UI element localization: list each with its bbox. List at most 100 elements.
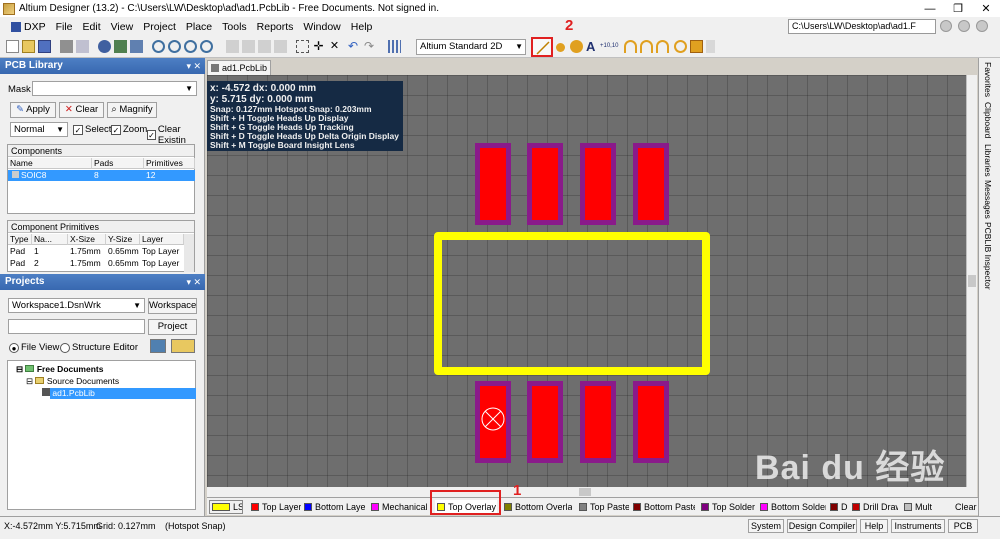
workspace-select[interactable]: Workspace1.DsnWrk ▼ <box>8 298 145 313</box>
tab-libraries[interactable]: Libraries <box>983 144 993 177</box>
menu-reports[interactable]: Reports <box>252 21 299 33</box>
select-area-icon[interactable] <box>296 40 309 53</box>
menu-window[interactable]: Window <box>298 21 345 33</box>
projects-panel-controls[interactable]: ▾ ✕ <box>186 274 201 290</box>
tab-bottom-overlay[interactable]: Bottom Overlay <box>502 500 572 514</box>
place-coordinate-icon[interactable]: +10,10 <box>600 40 619 53</box>
save-icon[interactable] <box>38 40 51 53</box>
project-button[interactable]: Project <box>148 319 197 335</box>
tab-top-paste[interactable]: Top Paste <box>577 500 629 514</box>
tab-top-solder[interactable]: Top Solder <box>699 500 755 514</box>
grid-icon[interactable] <box>388 40 401 53</box>
top-overlay-outline[interactable] <box>434 232 710 375</box>
file-view-radio[interactable]: ● File View <box>9 342 59 353</box>
arc-edge-icon[interactable] <box>640 40 653 53</box>
zoom-checkbox[interactable]: ✓ Zoom <box>111 124 147 135</box>
arc-any-icon[interactable] <box>656 40 669 53</box>
filter-mode-select[interactable]: Normal ▼ <box>10 122 68 137</box>
open-folder-icon[interactable] <box>22 40 35 53</box>
menu-tools[interactable]: Tools <box>217 21 252 33</box>
tab-messages[interactable]: Messages <box>983 180 993 219</box>
pad-1[interactable] <box>475 381 511 463</box>
layer-set-button[interactable]: LS <box>209 500 243 514</box>
project-select[interactable] <box>8 319 145 334</box>
primitives-scrollbar[interactable] <box>184 234 194 272</box>
project-options-icon[interactable] <box>150 339 166 353</box>
zoom-out-icon[interactable] <box>168 40 181 53</box>
place-pad-icon[interactable] <box>556 43 565 52</box>
apply-button[interactable]: ✎ Apply <box>10 102 56 118</box>
col-y-size[interactable]: Y-Size <box>106 234 140 245</box>
pad[interactable] <box>527 381 563 463</box>
view-configuration-select[interactable]: Altium Standard 2D ▼ <box>416 39 526 55</box>
close-button[interactable]: ✕ <box>972 0 1000 17</box>
canvas-vertical-scrollbar[interactable] <box>966 75 977 487</box>
menu-dxp[interactable]: DXP <box>0 21 51 33</box>
menu-help[interactable]: Help <box>346 21 378 33</box>
component-icon[interactable] <box>114 40 127 53</box>
pad[interactable] <box>580 381 616 463</box>
pad[interactable] <box>633 381 669 463</box>
fill-icon[interactable] <box>690 40 703 53</box>
tab-drill-guide[interactable]: Dr <box>828 500 848 514</box>
tab-clipboard[interactable]: Clipboard <box>983 102 993 138</box>
pcb-button[interactable]: PCB <box>948 519 978 533</box>
tab-top-layer[interactable]: Top Layer <box>249 500 301 514</box>
rubber-stamp-icon[interactable] <box>274 40 287 53</box>
pad[interactable] <box>475 143 511 225</box>
project-folder-menu-icon[interactable] <box>171 339 195 353</box>
maximize-button[interactable]: ❐ <box>944 0 972 17</box>
col-name[interactable]: Name <box>8 158 92 169</box>
col-x-size[interactable]: X-Size <box>68 234 106 245</box>
system-button[interactable]: System <box>748 519 784 533</box>
menu-edit[interactable]: Edit <box>78 21 106 33</box>
prim-type[interactable]: Pad <box>8 258 25 269</box>
tab-drill-drawing[interactable]: Drill Draw <box>850 500 898 514</box>
place-via-icon[interactable] <box>570 40 583 53</box>
tab-bottom-paste[interactable]: Bottom Paste <box>631 500 695 514</box>
zoom-fit-icon[interactable] <box>200 40 213 53</box>
prim-type[interactable]: Pad <box>8 246 25 257</box>
move-icon[interactable]: ✛ <box>312 40 325 53</box>
home-nav-icon[interactable] <box>976 20 988 32</box>
tab-favorites[interactable]: Favorites <box>983 62 993 97</box>
full-circle-icon[interactable] <box>674 40 687 53</box>
place-line-button[interactable] <box>531 37 553 57</box>
tab-pcblib-inspector[interactable]: PCBLIB Inspector <box>983 222 993 290</box>
pcb-canvas[interactable]: x: -4.572 dx: 0.000 mm y: 5.715 dy: 0.00… <box>207 75 977 487</box>
menu-file[interactable]: File <box>51 21 78 33</box>
select-checkbox[interactable]: ✓ Select <box>73 124 111 135</box>
arc-center-icon[interactable] <box>624 40 637 53</box>
clear-existing-checkbox[interactable]: ✓ Clear Existin <box>147 124 204 146</box>
col-pads[interactable]: Pads <box>92 158 144 169</box>
pad[interactable] <box>633 143 669 225</box>
tree-item-free-documents[interactable]: ⊟ Free Documents <box>14 364 103 375</box>
toolbar-extra-icon[interactable] <box>706 40 715 53</box>
print-icon[interactable] <box>60 40 73 53</box>
place-string-icon[interactable]: A <box>586 40 599 53</box>
cut-icon[interactable] <box>226 40 239 53</box>
redo-icon[interactable]: ↷ <box>364 40 377 53</box>
menu-project[interactable]: Project <box>138 21 181 33</box>
pad[interactable] <box>527 143 563 225</box>
open-project-icon[interactable] <box>98 40 111 53</box>
instruments-button[interactable]: Instruments <box>891 519 945 533</box>
undo-icon[interactable]: ↶ <box>348 40 361 53</box>
col-primitives[interactable]: Primitives <box>144 158 195 169</box>
col-layer[interactable]: Layer <box>140 234 184 245</box>
magnify-button[interactable]: ⌕ Magnify <box>107 102 157 118</box>
design-compiler-button[interactable]: Design Compiler <box>787 519 857 533</box>
panel-controls[interactable]: ▾ ✕ <box>186 58 201 74</box>
tab-ad1-pcblib[interactable]: ad1.PcbLib <box>207 60 271 75</box>
zoom-in-icon[interactable] <box>152 40 165 53</box>
tab-bottom-solder[interactable]: Bottom Solder <box>758 500 826 514</box>
tree-item-pcblib[interactable]: ad1.PcbLib <box>40 388 95 399</box>
paste-icon[interactable] <box>258 40 271 53</box>
mask-input[interactable]: ▼ <box>32 81 197 96</box>
zoom-area-icon[interactable] <box>184 40 197 53</box>
clear-layers-button[interactable]: Clear <box>953 500 977 514</box>
deselect-icon[interactable]: ✕ <box>328 40 341 53</box>
tree-item-source-documents[interactable]: ⊟ Source Documents <box>24 376 119 387</box>
tab-bottom-layer[interactable]: Bottom Layer <box>302 500 365 514</box>
new-doc-icon[interactable] <box>6 40 19 53</box>
